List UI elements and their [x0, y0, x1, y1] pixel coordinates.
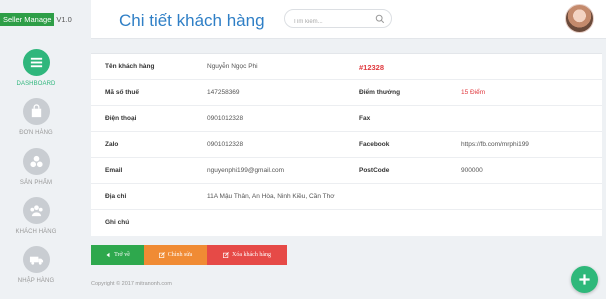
search-input[interactable] — [293, 13, 373, 31]
tax-label: Mã số thuế — [105, 89, 139, 96]
add-button[interactable] — [571, 266, 598, 293]
import-icon — [22, 246, 50, 273]
sidebar-item-orders[interactable]: ĐƠN HÀNG — [0, 98, 72, 136]
detail-row: Ghi chú — [91, 210, 602, 236]
sidebar-item-label: NHẬP HÀNG — [17, 278, 55, 284]
facebook-link[interactable]: https://fb.com/mrphi199 — [461, 141, 529, 148]
sidebar-item-customers[interactable]: KHÁCH HÀNG — [0, 197, 72, 235]
sidebar: Seller Manage V1.0 DASHBOARD ĐƠN HÀNG SẢ… — [0, 0, 78, 299]
name-value: Nguyễn Ngọc Phi — [207, 63, 258, 70]
back-button[interactable]: Trở về — [91, 245, 144, 265]
detail-row: Tên khách hàng Nguyễn Ngọc Phi #12328 — [91, 54, 602, 80]
orders-icon — [22, 98, 50, 125]
sidebar-item-label: KHÁCH HÀNG — [15, 229, 57, 235]
brand[interactable]: Seller Manage V1.0 — [0, 13, 72, 26]
edit-icon — [158, 252, 165, 258]
delete-customer-button[interactable]: Xóa khách hàng — [207, 245, 287, 265]
phone-value: 0901012328 — [207, 115, 244, 122]
detail-row: Địa chỉ 11A Mậu Thân, An Hòa, Ninh Kiều,… — [91, 184, 602, 210]
sidebar-item-label: SẢN PHẨM — [19, 180, 53, 186]
email-value: nguyenphi199@gmail.com — [207, 167, 285, 174]
points-value: 15 Điểm — [461, 89, 486, 96]
footer-copyright: Copyright © 2017 mitranonh.com — [91, 281, 172, 287]
plus-icon — [579, 274, 590, 285]
detail-row: Điện thoại 0901012328 Fax — [91, 106, 602, 132]
detail-row: Mã số thuế 147258369 Điểm thưởng 15 Điểm — [91, 80, 602, 106]
customer-details-card: Tên khách hàng Nguyễn Ngọc Phi #12328 Mã… — [91, 53, 602, 236]
arrow-left-icon — [106, 252, 110, 258]
phone-label: Điện thoại — [105, 115, 137, 122]
delete-button-label: Xóa khách hàng — [232, 252, 271, 258]
header: Chi tiết khách hàng — [91, 0, 606, 39]
customers-icon — [22, 197, 50, 224]
address-label: Địa chỉ — [105, 193, 127, 200]
facebook-label: Facebook — [359, 141, 390, 148]
avatar[interactable] — [565, 4, 594, 33]
detail-row: Zalo 0901012328 Facebook https://fb.com/… — [91, 132, 602, 158]
sidebar-item-dashboard[interactable]: DASHBOARD — [0, 49, 72, 87]
search-icon[interactable] — [375, 14, 385, 24]
sidebar-item-products[interactable]: SẢN PHẨM — [0, 148, 72, 186]
postcode-label: PostCode — [359, 167, 390, 174]
email-label: Email — [105, 167, 123, 174]
detail-row: Email nguyenphi199@gmail.com PostCode 90… — [91, 158, 602, 184]
back-button-label: Trở về — [114, 252, 130, 258]
points-label: Điểm thưởng — [359, 89, 401, 96]
customer-code: #12328 — [359, 62, 385, 72]
brand-name: Seller Manage — [0, 13, 55, 26]
sidebar-item-label: ĐƠN HÀNG — [19, 130, 53, 136]
fax-label: Fax — [359, 115, 371, 122]
sidebar-item-import[interactable]: NHẬP HÀNG — [0, 246, 72, 284]
name-label: Tên khách hàng — [105, 63, 155, 70]
postcode-value: 900000 — [461, 167, 483, 174]
brand-version: V1.0 — [56, 15, 72, 24]
zalo-label: Zalo — [105, 141, 119, 148]
address-value: 11A Mậu Thân, An Hòa, Ninh Kiều, Cần Thơ — [207, 193, 335, 200]
dashboard-icon — [22, 49, 50, 76]
products-icon — [22, 148, 50, 175]
edit-button-label: Chỉnh sửa — [167, 252, 193, 258]
edit-icon — [223, 252, 229, 258]
zalo-value: 0901012328 — [207, 141, 244, 148]
edit-button[interactable]: Chỉnh sửa — [144, 245, 207, 265]
page-title: Chi tiết khách hàng — [119, 11, 265, 30]
note-label: Ghi chú — [105, 219, 130, 226]
sidebar-item-label: DASHBOARD — [16, 81, 56, 87]
tax-value: 147258369 — [207, 89, 240, 96]
search-box[interactable] — [284, 9, 392, 31]
